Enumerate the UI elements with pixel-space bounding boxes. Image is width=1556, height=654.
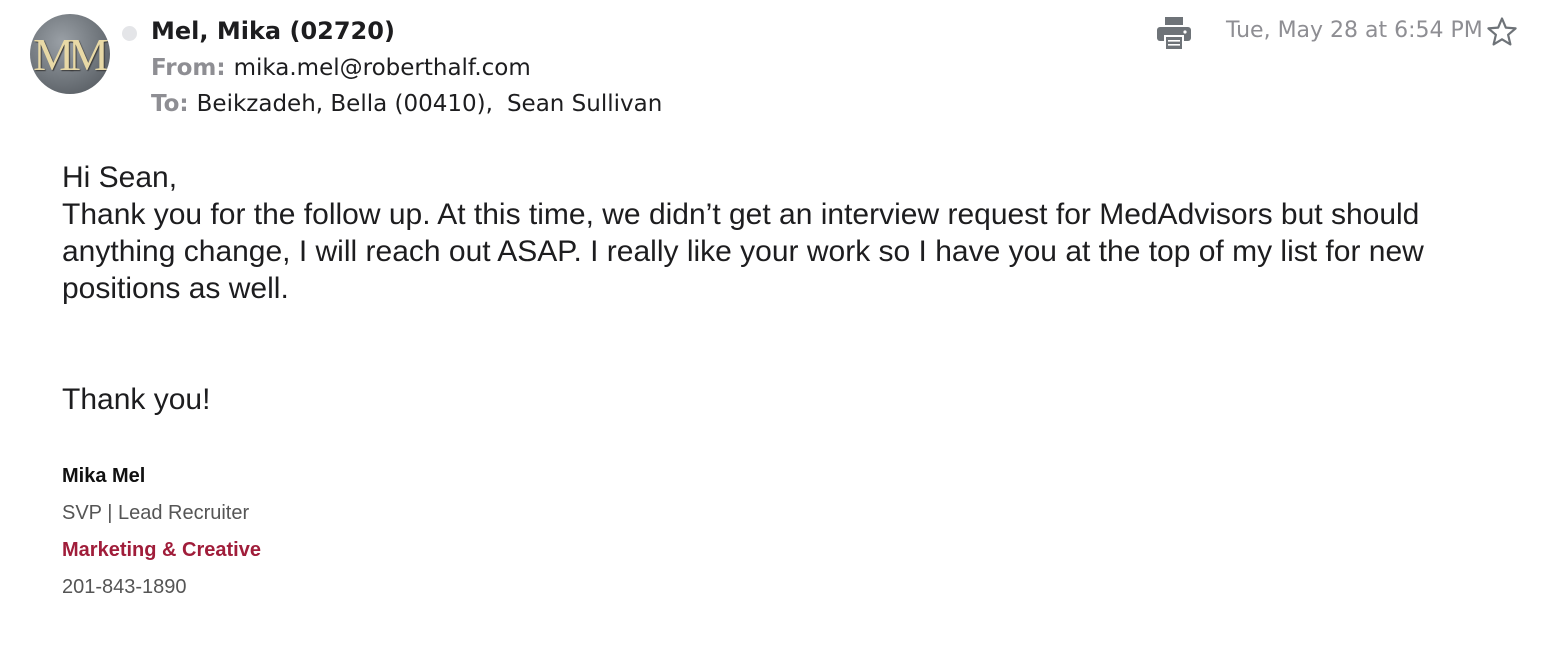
email-date: Tue, May 28 at 6:54 PM <box>1226 18 1483 43</box>
printer-icon[interactable] <box>1156 16 1192 50</box>
sender-name[interactable]: Mel, Mika (02720) <box>151 17 395 45</box>
signature-department: Marketing & Creative <box>62 539 261 561</box>
from-label: From: <box>151 55 226 81</box>
star-icon[interactable] <box>1486 16 1518 48</box>
to-label: To: <box>151 91 189 117</box>
signature-title: SVP | Lead Recruiter <box>62 502 250 524</box>
recipient[interactable]: Beikzadeh, Bella (00410), <box>197 91 493 117</box>
from-address[interactable]: mika.mel@roberthalf.com <box>234 55 531 81</box>
recipient[interactable]: Sean Sullivan <box>507 91 662 117</box>
avatar[interactable]: MM <box>30 14 110 94</box>
email-header: MM Mel, Mika (02720) From: mika.mel@rober… <box>0 0 1556 130</box>
to-row: To: Beikzadeh, Bella (00410), Sean Sulliva… <box>151 91 662 117</box>
avatar-initials: MM <box>33 28 109 80</box>
email-closing: Thank you! <box>62 383 211 416</box>
email-greeting: Hi Sean, <box>62 161 178 194</box>
from-row: From: mika.mel@roberthalf.com <box>151 55 531 81</box>
signature-name: Mika Mel <box>62 465 146 487</box>
unread-indicator[interactable] <box>122 26 137 41</box>
signature-phone[interactable]: 201-843-1890 <box>62 576 187 599</box>
email-paragraph: Thank you for the follow up. At this tim… <box>62 198 1424 305</box>
